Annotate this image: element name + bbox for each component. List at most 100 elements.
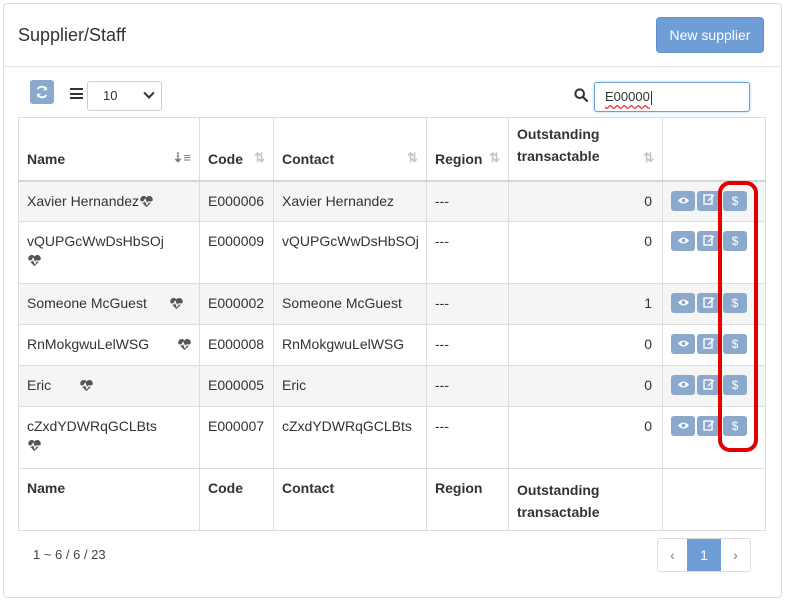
- footer-actions: [662, 468, 766, 531]
- table-footer-row: Name Code Contact Region Outstanding tra…: [18, 468, 766, 531]
- edit-icon: [703, 296, 715, 311]
- outstanding-cell: 0: [508, 365, 663, 407]
- supplier-name: Xavier Hernandez: [27, 192, 140, 209]
- footer-code: Code: [199, 468, 274, 531]
- code-cell: E000002: [199, 283, 274, 325]
- chevron-down-icon: [143, 87, 155, 99]
- region-cell: ---: [426, 283, 509, 325]
- eye-icon: [677, 337, 690, 351]
- eye-icon: [677, 419, 690, 433]
- table-row: Xavier Hernandez E000006 Xavier Hernandez -…: [18, 180, 766, 222]
- footer-outstanding: Outstanding transactable: [508, 468, 663, 531]
- page-title: Supplier/Staff: [18, 25, 126, 45]
- outstanding-cell: 0: [508, 221, 663, 284]
- edit-icon: [703, 419, 715, 434]
- actions-cell: $: [662, 283, 766, 325]
- supplier-name: Eric: [27, 377, 52, 393]
- sort-desc-icon: ⇣≡: [172, 149, 191, 165]
- table-row: Someone McGuest E000002 Someone McGuest ---…: [18, 283, 766, 325]
- table-row: vQUPGcWwDsHbSOj E000009 vQUPGcWwDsHbSOj ---…: [18, 221, 766, 284]
- heartbeat-icon: [178, 339, 192, 351]
- actions-cell: $: [662, 365, 766, 407]
- outstanding-cell: 0: [508, 324, 663, 366]
- edit-icon: [703, 234, 715, 249]
- contact-cell: RnMokgwuLelWSG: [273, 324, 427, 366]
- dollar-icon: $: [731, 296, 739, 310]
- transaction-button[interactable]: $: [723, 375, 747, 395]
- region-cell: ---: [426, 221, 509, 284]
- eye-icon: [677, 234, 690, 248]
- heartbeat-icon: [27, 255, 41, 267]
- column-header-code[interactable]: Code ⇅: [199, 117, 274, 182]
- eye-icon: [677, 194, 690, 208]
- dollar-icon: $: [731, 378, 739, 392]
- column-header-region[interactable]: Region ⇅: [426, 117, 509, 182]
- sort-icon: ⇅: [643, 149, 654, 165]
- edit-button[interactable]: [697, 416, 721, 436]
- view-button[interactable]: [671, 334, 695, 354]
- new-supplier-button[interactable]: New supplier: [656, 17, 764, 53]
- code-cell: E000009: [199, 221, 274, 284]
- dollar-icon: $: [731, 419, 739, 433]
- page-button-1[interactable]: 1: [687, 539, 721, 571]
- region-cell: ---: [426, 365, 509, 407]
- edit-icon: [703, 378, 715, 393]
- next-page-button[interactable]: ›: [721, 539, 750, 571]
- edit-button[interactable]: [697, 334, 721, 354]
- view-button[interactable]: [671, 231, 695, 251]
- outstanding-cell: 0: [508, 180, 663, 222]
- search-input[interactable]: E00000: [594, 82, 750, 112]
- code-cell: E000007: [199, 406, 274, 469]
- edit-icon: [703, 337, 715, 352]
- eye-icon: [677, 378, 690, 392]
- heartbeat-icon: [169, 298, 183, 310]
- dollar-icon: $: [731, 193, 739, 208]
- view-button[interactable]: [671, 416, 695, 436]
- contact-cell: Xavier Hernandez: [273, 180, 427, 222]
- transaction-button[interactable]: $: [723, 334, 747, 354]
- supplier-name: Someone McGuest: [27, 295, 147, 311]
- edit-button[interactable]: [697, 375, 721, 395]
- contact-cell: Someone McGuest: [273, 283, 427, 325]
- heartbeat-icon: [27, 440, 41, 452]
- prev-page-button[interactable]: ‹: [658, 539, 687, 571]
- eye-icon: [677, 296, 690, 310]
- edit-button[interactable]: [697, 293, 721, 313]
- transaction-button[interactable]: $: [723, 231, 747, 251]
- view-button[interactable]: [671, 190, 695, 211]
- edit-button[interactable]: [697, 231, 721, 251]
- contact-cell: Eric: [273, 365, 427, 407]
- sort-icon: ⇅: [489, 149, 500, 165]
- transaction-button[interactable]: $: [723, 190, 747, 211]
- search-icon: [574, 88, 588, 102]
- panel-header: Supplier/Staff New supplier: [4, 4, 781, 67]
- column-header-name[interactable]: Name ⇣≡: [18, 117, 200, 182]
- sort-icon: ⇅: [254, 149, 265, 165]
- view-button[interactable]: [671, 293, 695, 313]
- transaction-button[interactable]: $: [723, 293, 747, 313]
- table-row: RnMokgwuLelWSG E000008 RnMokgwuLelWSG --- 0 $: [18, 324, 766, 366]
- region-cell: ---: [426, 324, 509, 366]
- column-header-contact[interactable]: Contact ⇅: [273, 117, 427, 182]
- table-row: cZxdYDWRqGCLBts E000007 cZxdYDWRqGCLBts ---…: [18, 406, 766, 469]
- code-cell: E000008: [199, 324, 274, 366]
- name-cell: Someone McGuest: [18, 283, 200, 325]
- supplier-name: RnMokgwuLelWSG: [27, 336, 150, 352]
- outstanding-cell: 1: [508, 283, 663, 325]
- transaction-button[interactable]: $: [723, 416, 747, 436]
- name-cell: RnMokgwuLelWSG: [18, 324, 200, 366]
- column-header-actions: [662, 117, 766, 182]
- name-cell: cZxdYDWRqGCLBts: [18, 406, 200, 469]
- column-header-outstanding[interactable]: Outstanding transactable ⇅: [508, 117, 663, 182]
- actions-cell: $: [662, 221, 766, 284]
- page-size-select[interactable]: 10: [87, 81, 162, 111]
- region-cell: ---: [426, 180, 509, 222]
- view-button[interactable]: [671, 375, 695, 395]
- edit-icon: [703, 193, 715, 208]
- edit-button[interactable]: [697, 190, 721, 211]
- dollar-icon: $: [731, 234, 739, 248]
- supplier-name: cZxdYDWRqGCLBts: [27, 418, 157, 434]
- pagination-info: 1 ~ 6 / 6 / 23: [33, 547, 106, 562]
- code-cell: E000005: [199, 365, 274, 407]
- refresh-button[interactable]: [30, 80, 54, 104]
